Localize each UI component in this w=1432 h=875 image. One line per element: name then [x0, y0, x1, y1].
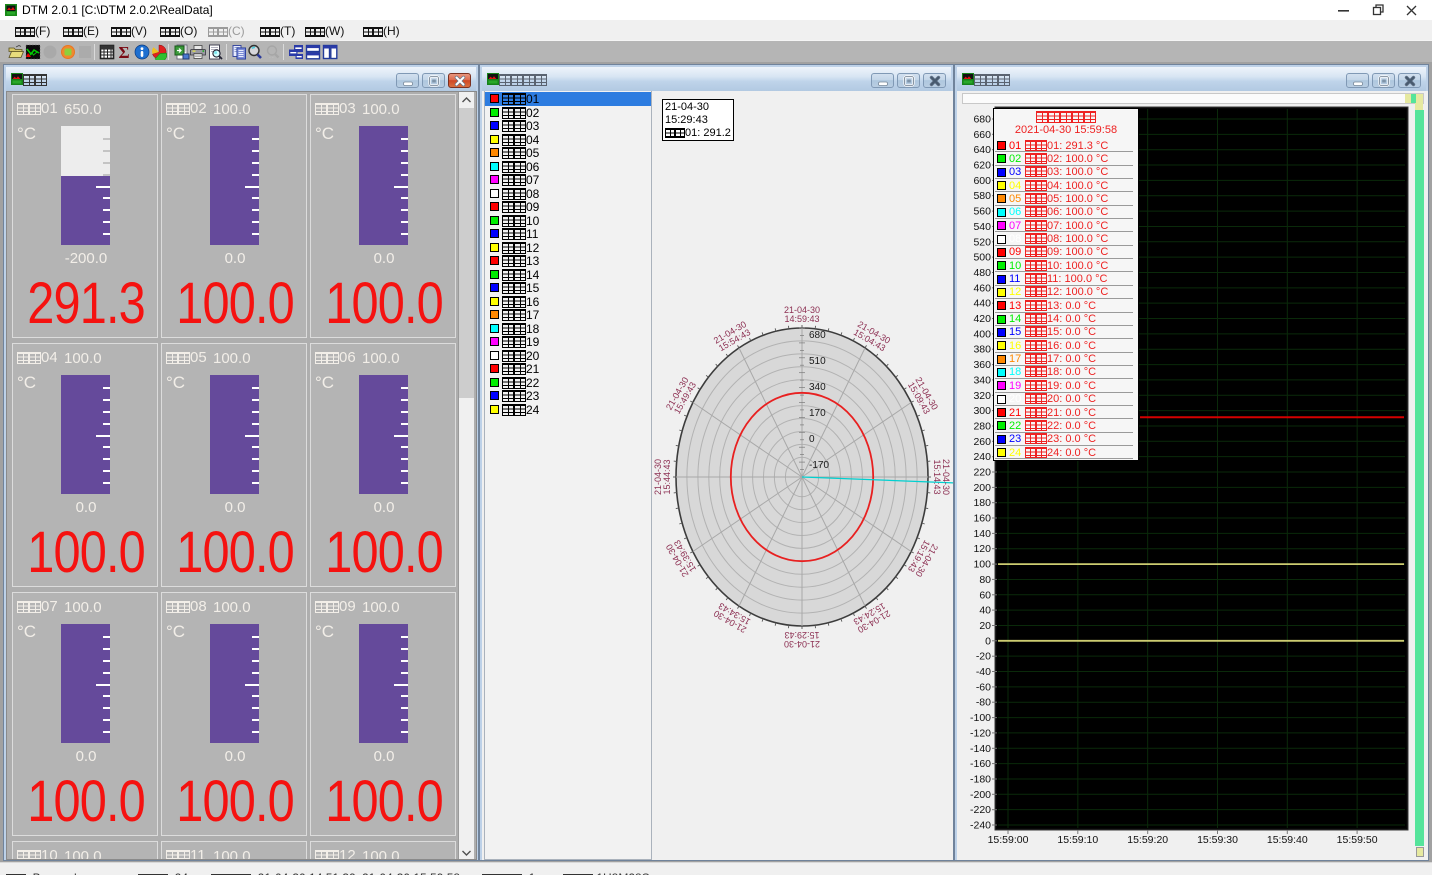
svg-text:15:14:43: 15:14:43 — [932, 459, 942, 494]
svg-text:15:29:43: 15:29:43 — [784, 630, 819, 640]
svg-text:400: 400 — [973, 328, 991, 340]
svg-text:-100: -100 — [970, 712, 991, 724]
svg-text:180: 180 — [973, 497, 991, 509]
svg-text:620: 620 — [973, 160, 991, 172]
svg-text:15:59:00: 15:59:00 — [988, 834, 1029, 846]
svg-text:-170: -170 — [809, 460, 829, 471]
svg-text:100: 100 — [973, 559, 991, 571]
svg-text:20: 20 — [979, 620, 991, 632]
svg-text:0: 0 — [985, 635, 991, 647]
svg-text:680: 680 — [973, 114, 991, 126]
svg-text:360: 360 — [973, 359, 991, 371]
svg-text:60: 60 — [979, 589, 991, 601]
svg-text:170: 170 — [809, 408, 826, 419]
svg-text:340: 340 — [973, 374, 991, 386]
svg-text:480: 480 — [973, 267, 991, 279]
svg-text:-220: -220 — [970, 804, 991, 816]
svg-text:260: 260 — [973, 436, 991, 448]
svg-text:280: 280 — [973, 421, 991, 433]
svg-text:320: 320 — [973, 390, 991, 402]
svg-text:80: 80 — [979, 574, 991, 586]
svg-text:0: 0 — [809, 434, 815, 445]
svg-text:15:59:40: 15:59:40 — [1267, 834, 1308, 846]
svg-text:460: 460 — [973, 282, 991, 294]
svg-text:300: 300 — [973, 405, 991, 417]
svg-text:680: 680 — [809, 330, 826, 341]
svg-text:510: 510 — [809, 356, 826, 367]
svg-text:600: 600 — [973, 175, 991, 187]
svg-text:520: 520 — [973, 236, 991, 248]
svg-text:340: 340 — [809, 382, 826, 393]
svg-text:640: 640 — [973, 144, 991, 156]
svg-text:200: 200 — [973, 482, 991, 494]
svg-text:14:59:43: 14:59:43 — [784, 314, 819, 324]
svg-text:160: 160 — [973, 513, 991, 525]
svg-text:-160: -160 — [970, 758, 991, 770]
svg-text:Σ: Σ — [118, 44, 129, 60]
svg-text:15:59:30: 15:59:30 — [1197, 834, 1238, 846]
svg-text:15:59:10: 15:59:10 — [1057, 834, 1098, 846]
svg-text:560: 560 — [973, 206, 991, 218]
svg-text:220: 220 — [973, 467, 991, 479]
svg-text:500: 500 — [973, 252, 991, 264]
svg-text:15:59:20: 15:59:20 — [1127, 834, 1168, 846]
svg-text:15:44:43: 15:44:43 — [662, 459, 672, 494]
svg-text:-120: -120 — [970, 727, 991, 739]
svg-text:-80: -80 — [976, 697, 991, 709]
svg-text:140: 140 — [973, 528, 991, 540]
svg-text:240: 240 — [973, 451, 991, 463]
svg-text:-60: -60 — [976, 681, 991, 693]
svg-text:380: 380 — [973, 344, 991, 356]
svg-text:-40: -40 — [976, 666, 991, 678]
svg-text:420: 420 — [973, 313, 991, 325]
svg-text:-140: -140 — [970, 743, 991, 755]
svg-text:-200: -200 — [970, 789, 991, 801]
svg-text:440: 440 — [973, 298, 991, 310]
svg-text:-180: -180 — [970, 774, 991, 786]
svg-text:120: 120 — [973, 543, 991, 555]
svg-text:580: 580 — [973, 190, 991, 202]
svg-text:40: 40 — [979, 605, 991, 617]
svg-text:-20: -20 — [976, 651, 991, 663]
svg-text:-240: -240 — [970, 820, 991, 832]
svg-text:660: 660 — [973, 129, 991, 141]
svg-text:540: 540 — [973, 221, 991, 233]
svg-text:15:59:50: 15:59:50 — [1337, 834, 1378, 846]
